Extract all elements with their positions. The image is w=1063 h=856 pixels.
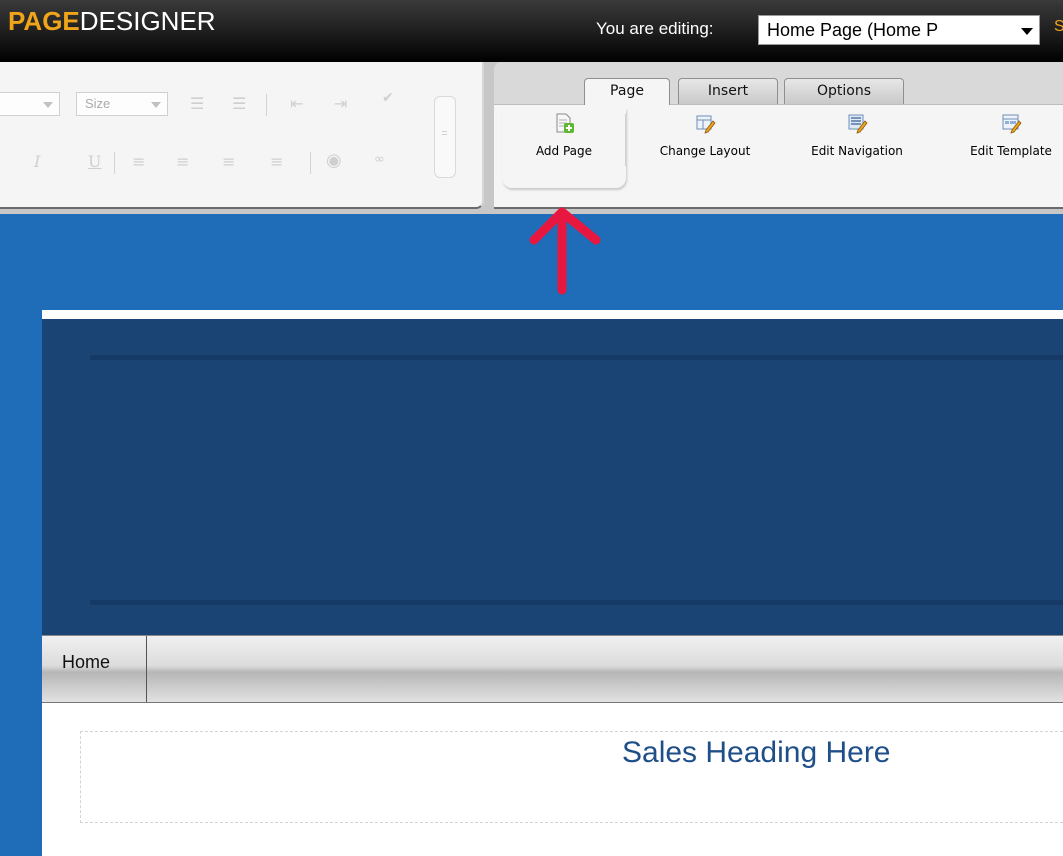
numbered-list-icon[interactable]: ☰ bbox=[190, 94, 204, 113]
logo-text-designer: DESIGNER bbox=[79, 6, 216, 36]
edit-template-icon bbox=[1002, 114, 1022, 134]
size-select-value: Size bbox=[85, 96, 111, 111]
edit-navigation-icon bbox=[848, 114, 868, 134]
toolbar-separator bbox=[114, 152, 115, 174]
align-left-icon[interactable]: ≡ bbox=[132, 152, 145, 171]
bullet-list-icon[interactable]: ☰ bbox=[232, 94, 246, 113]
tab-page[interactable]: Page bbox=[584, 78, 670, 105]
page-select-dropdown[interactable]: Home Page (Home P bbox=[758, 15, 1040, 45]
outdent-icon[interactable]: ⇤ bbox=[290, 94, 303, 113]
toolbar-separator bbox=[310, 152, 311, 174]
header-top-border bbox=[42, 310, 1063, 319]
format-toolbar: Size ☰ ☰ ⇤ ⇥ ✔ I U ≡ ≡ ≡ ≡ ◉ ∞ bbox=[0, 62, 484, 209]
ribbon-divider bbox=[625, 114, 626, 166]
spellcheck-icon[interactable]: ✔ bbox=[382, 90, 394, 106]
add-page-icon bbox=[556, 113, 574, 133]
toolbar-separator bbox=[266, 94, 267, 116]
change-layout-icon bbox=[696, 115, 716, 134]
annotation-arrow-icon bbox=[529, 207, 601, 295]
page-ribbon: Page Insert Options Add Page Change Layo… bbox=[494, 62, 1063, 209]
site-banner[interactable] bbox=[42, 319, 1063, 635]
sales-heading-box[interactable] bbox=[80, 731, 1063, 823]
page-select-value: Home Page (Home P bbox=[767, 20, 939, 40]
pagedesigner-logo: PAGEDESIGNER bbox=[8, 4, 216, 38]
editing-label: You are editing: bbox=[596, 19, 714, 38]
banner-rule-bottom bbox=[90, 600, 1063, 605]
top-bar: PAGEDESIGNER You are editing: Home Page … bbox=[0, 0, 1063, 62]
change-layout-button[interactable]: Change Layout bbox=[642, 112, 768, 158]
sales-heading[interactable]: Sales Heading Here bbox=[622, 736, 891, 770]
edit-navigation-label: Edit Navigation bbox=[811, 144, 903, 158]
header-link[interactable]: S bbox=[1054, 18, 1063, 36]
edit-template-button[interactable]: Edit Template bbox=[946, 112, 1063, 158]
chevron-down-icon bbox=[1021, 28, 1033, 35]
logo-text-page: PAGE bbox=[8, 6, 80, 36]
link-icon[interactable]: ∞ bbox=[374, 152, 385, 167]
site-navbar: Home bbox=[42, 635, 1063, 703]
toolbar-scroll-handle[interactable] bbox=[434, 96, 456, 178]
add-page-button[interactable]: Add Page bbox=[510, 112, 618, 158]
chevron-down-icon bbox=[151, 102, 161, 108]
indent-icon[interactable]: ⇥ bbox=[334, 94, 347, 113]
chevron-down-icon bbox=[43, 102, 53, 108]
underline-icon[interactable]: U bbox=[88, 152, 101, 171]
editor-toolbar: Size ☰ ☰ ⇤ ⇥ ✔ I U ≡ ≡ ≡ ≡ ◉ ∞ Page Inse… bbox=[0, 62, 1063, 214]
image-icon[interactable]: ◉ bbox=[326, 150, 342, 171]
nav-item-home[interactable]: Home bbox=[42, 636, 147, 702]
banner-rule-top bbox=[90, 355, 1063, 360]
align-right-icon[interactable]: ≡ bbox=[222, 152, 235, 171]
add-page-label: Add Page bbox=[535, 144, 593, 158]
tab-options[interactable]: Options bbox=[784, 78, 904, 104]
align-justify-icon[interactable]: ≡ bbox=[270, 152, 283, 171]
edit-navigation-button[interactable]: Edit Navigation bbox=[790, 112, 924, 158]
edit-template-label: Edit Template bbox=[970, 144, 1052, 158]
italic-icon[interactable]: I bbox=[34, 152, 40, 171]
font-select[interactable] bbox=[0, 92, 60, 116]
change-layout-label: Change Layout bbox=[659, 144, 751, 158]
ribbon-tabstrip: Page Insert Options bbox=[494, 62, 1063, 105]
tab-insert[interactable]: Insert bbox=[678, 78, 778, 104]
size-select[interactable]: Size bbox=[76, 92, 168, 116]
align-center-icon[interactable]: ≡ bbox=[176, 152, 189, 171]
